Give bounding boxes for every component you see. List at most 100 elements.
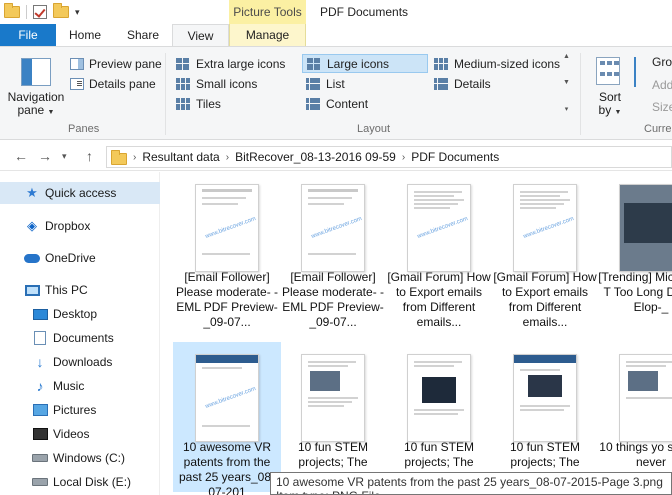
file-tile[interactable]: [Trending] Microsoft T Too Long Dump Elo… [597, 172, 672, 322]
layout-content[interactable]: Content [302, 94, 428, 113]
tab-file[interactable]: File [0, 24, 56, 46]
computer-icon [24, 283, 40, 297]
sidebar-item-label: Documents [53, 331, 114, 345]
layout-tiles[interactable]: Tiles [172, 94, 300, 113]
tiles-icon [176, 97, 190, 110]
details-pane-icon [70, 78, 84, 90]
file-thumbnail [513, 354, 577, 442]
file-thumbnail: www.bitrecover.com [195, 184, 259, 272]
breadcrumb-item[interactable]: BitRecover_08-13-2016 09-59 [235, 150, 396, 164]
layout-gallery-scroll[interactable]: ▲ ▼ ▾ [561, 53, 572, 113]
layout-gallery: Extra large icons Large icons Medium-siz… [172, 52, 572, 114]
preview-pane-button[interactable]: Preview pane [70, 55, 162, 73]
tab-view[interactable]: View [172, 24, 229, 46]
recent-locations-icon[interactable]: ▾ [62, 151, 67, 162]
chevron-right-icon[interactable]: › [402, 152, 405, 163]
details-pane-button[interactable]: Details pane [70, 75, 156, 93]
file-name: [Gmail Forum] How to Export emails from … [493, 270, 597, 329]
sort-arrows-icon [630, 55, 640, 91]
tab-manage[interactable]: Manage [229, 24, 306, 46]
star-icon: ★ [26, 185, 38, 200]
breadcrumb[interactable]: › Resultant data › BitRecover_08-13-2016… [106, 146, 672, 168]
list-icon [306, 77, 320, 90]
sidebar-item-onedrive[interactable]: OneDrive [0, 247, 160, 269]
sidebar-item-label: OneDrive [45, 251, 96, 265]
picture-tools-label: Picture Tools [229, 0, 306, 24]
breadcrumb-item[interactable]: PDF Documents [411, 150, 499, 164]
layout-item-label: List [326, 76, 345, 91]
layout-list[interactable]: List [302, 74, 428, 93]
sidebar-item-label: Videos [53, 427, 90, 441]
file-tile[interactable]: www.bitrecover.com [Gmail Forum] How to … [491, 172, 599, 329]
large-icons-icon [307, 57, 321, 70]
back-arrow-icon[interactable]: ← [14, 148, 28, 164]
file-tile[interactable]: 10 things yo should never [597, 342, 672, 492]
layout-item-label: Tiles [196, 96, 221, 111]
layout-item-label: Medium-sized icons [454, 56, 561, 71]
file-tile-selected[interactable]: www.bitrecover.com 10 awesome VR patents… [173, 342, 281, 495]
chevron-right-icon[interactable]: › [226, 152, 229, 163]
sidebar-item-this-pc[interactable]: This PC [0, 279, 160, 301]
file-tile[interactable]: 10 fun STEM projects; The [491, 342, 599, 492]
file-thumbnail: www.bitrecover.com [301, 184, 365, 272]
properties-icon[interactable] [33, 5, 47, 19]
file-name: 10 things yo should never [599, 440, 672, 469]
tab-share[interactable]: Share [114, 24, 172, 46]
panes-group-label: Panes [68, 123, 100, 135]
file-thumbnail [407, 354, 471, 442]
sort-by-button[interactable]: Sort by ▼ [592, 53, 628, 119]
file-tile[interactable]: www.bitrecover.com [Email Follower] Plea… [279, 172, 387, 329]
navigation-pane-button[interactable]: Navigation pane ▼ [6, 53, 66, 119]
chevron-right-icon[interactable]: › [133, 152, 136, 163]
sort-icon [596, 57, 620, 85]
new-folder-icon[interactable] [53, 3, 69, 18]
file-name: 10 fun STEM projects; The [297, 440, 369, 469]
sidebar-item-windows-c[interactable]: Windows (C:) [0, 447, 160, 469]
navigation-pane: ★ Quick access ◈ Dropbox OneDrive This P… [0, 172, 160, 495]
layout-large-icons[interactable]: Large icons [302, 54, 428, 73]
sidebar-item-pictures[interactable]: Pictures [0, 399, 160, 421]
forward-arrow-icon[interactable]: → [38, 148, 52, 164]
file-tile[interactable]: 10 fun STEM projects; The [385, 342, 493, 492]
file-name: 10 awesome VR patents from the past 25 y… [178, 440, 276, 495]
file-thumbnail [619, 354, 672, 442]
layout-small-icons[interactable]: Small icons [172, 74, 300, 93]
navigation-pane-label: Navigation pane [7, 90, 65, 117]
sidebar-item-label: Windows (C:) [53, 451, 126, 465]
sidebar-item-desktop[interactable]: Desktop [0, 303, 160, 325]
content-icon [306, 97, 320, 110]
more-icon[interactable]: ▾ [565, 105, 569, 113]
layout-medium-icons[interactable]: Medium-sized icons [430, 54, 560, 73]
sidebar-item-local-disk-e[interactable]: Local Disk (E:) [0, 471, 160, 493]
sidebar-item-label: This PC [45, 283, 88, 297]
file-tile[interactable]: 10 fun STEM projects; The [279, 342, 387, 492]
onedrive-icon [24, 251, 40, 265]
sidebar-item-videos[interactable]: Videos [0, 423, 160, 445]
group-by-button[interactable]: Gro [652, 55, 672, 69]
customize-toolbar-icon[interactable]: ▾ [75, 7, 80, 18]
dropbox-icon: ◈ [27, 218, 37, 233]
sidebar-item-downloads[interactable]: ↓ Downloads [0, 351, 160, 373]
sidebar-item-quick-access[interactable]: ★ Quick access [0, 182, 160, 204]
tab-home[interactable]: Home [56, 24, 114, 46]
up-arrow-icon[interactable]: ↑ [86, 148, 93, 164]
file-tile[interactable]: www.bitrecover.com [Email Follower] Plea… [173, 172, 281, 329]
sidebar-item-dropbox[interactable]: ◈ Dropbox [0, 215, 160, 237]
breadcrumb-item[interactable]: Resultant data [142, 150, 219, 164]
layout-details[interactable]: Details [430, 74, 560, 93]
chevron-up-icon[interactable]: ▲ [563, 53, 570, 60]
sidebar-item-label: Quick access [45, 186, 117, 200]
layout-extra-large-icons[interactable]: Extra large icons [172, 54, 300, 73]
extra-large-icons-icon [176, 57, 190, 70]
current-view-group-label: Curre [644, 123, 672, 135]
preview-pane-label: Preview pane [89, 57, 162, 71]
size-columns-button[interactable]: Size [652, 100, 672, 114]
file-name: [Email Follower] Please moderate- -EML P… [175, 270, 279, 329]
sidebar-item-documents[interactable]: Documents [0, 327, 160, 349]
sidebar-item-music[interactable]: ♪ Music [0, 375, 160, 397]
file-tile[interactable]: www.bitrecover.com [Gmail Forum] How to … [385, 172, 493, 329]
sidebar-item-label: Desktop [53, 307, 98, 321]
add-columns-button[interactable]: Add [652, 78, 672, 92]
ribbon-tabs: File Home Share View Manage [0, 24, 672, 46]
chevron-down-icon[interactable]: ▼ [563, 79, 570, 86]
